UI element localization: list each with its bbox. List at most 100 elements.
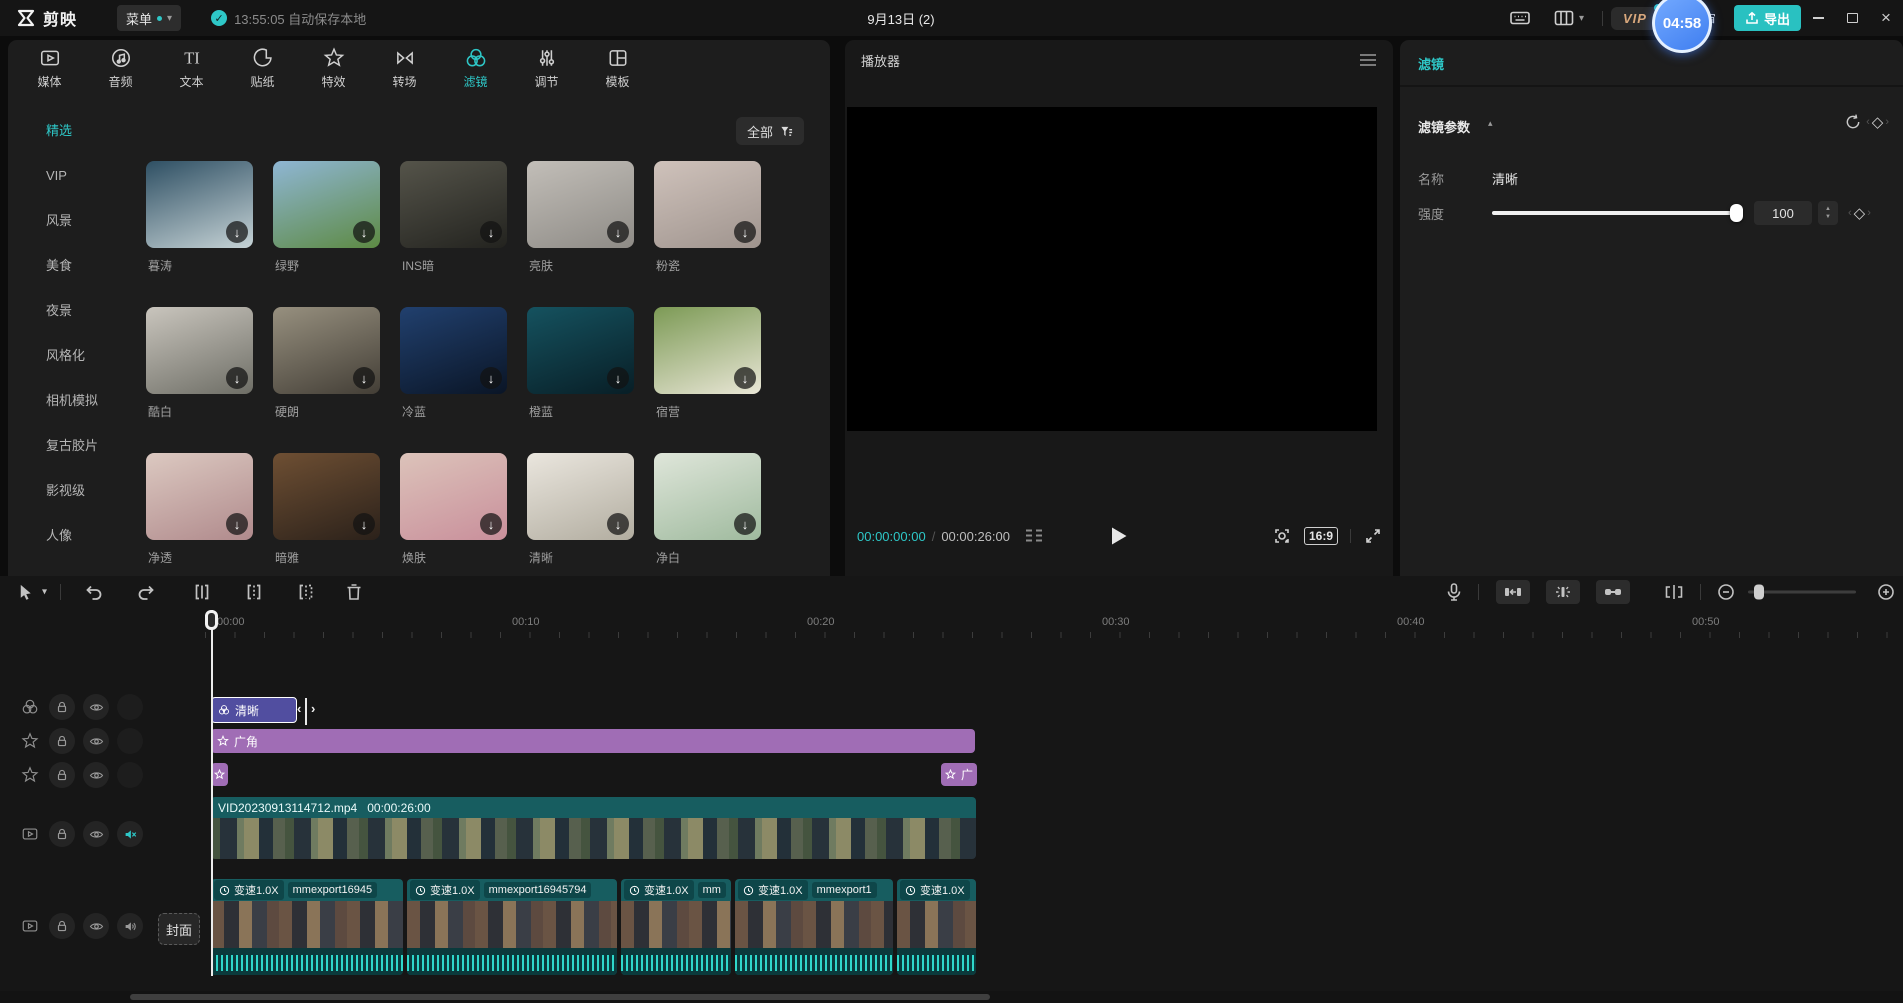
trim-handle-right-icon[interactable]: › (311, 701, 315, 716)
player-menu-icon[interactable] (1359, 53, 1377, 67)
redo-icon[interactable] (136, 582, 156, 602)
category-portrait[interactable]: 人像 (8, 513, 134, 558)
effect-clip-2[interactable]: 广 (941, 763, 977, 786)
prev-keyframe-icon[interactable]: ‹ (1866, 116, 1870, 128)
eye-icon[interactable] (83, 821, 109, 847)
split-keep-right-icon[interactable] (296, 582, 316, 602)
play-button[interactable] (1110, 526, 1128, 546)
filter-thumb[interactable]: ↓硬朗 (273, 307, 380, 420)
delete-icon[interactable] (344, 582, 364, 602)
filter-thumb[interactable]: ↓粉瓷 (654, 161, 761, 274)
filter-thumb[interactable]: ↓酷白 (146, 307, 253, 420)
filter-thumb[interactable]: ↓绿野 (273, 161, 380, 274)
timeline-zoom-slider[interactable] (1748, 591, 1856, 594)
effect-clip[interactable]: 广角 (211, 729, 975, 753)
trim-handle-left-icon[interactable]: ‹ (297, 701, 301, 716)
category-vip[interactable]: VIP (8, 153, 134, 198)
filter-thumb[interactable]: ↓净透 (146, 453, 253, 566)
filter-thumb[interactable]: ↓INS暗 (400, 161, 507, 274)
time-ruler[interactable] (205, 632, 1903, 638)
aspect-ratio-button[interactable]: 16:9 (1304, 527, 1338, 545)
prev-keyframe-icon[interactable]: ‹ (1848, 207, 1852, 219)
media-clip[interactable]: 变速1.0X mmexport1 (735, 879, 893, 975)
filter-all-button[interactable]: 全部 (736, 117, 804, 145)
eye-icon[interactable] (83, 913, 109, 939)
tab-adjust[interactable]: 调节 (511, 40, 582, 96)
filter-thumb[interactable]: ↓冷蓝 (400, 307, 507, 420)
step-down-icon[interactable]: ▼ (1825, 213, 1831, 221)
keyframe-icon[interactable]: ◇ (1854, 204, 1866, 222)
tab-media[interactable]: 媒体 (14, 40, 85, 96)
layout-panel-icon[interactable]: ▾ (1552, 6, 1584, 30)
lock-icon[interactable] (49, 913, 75, 939)
speaker-icon[interactable] (117, 913, 143, 939)
filter-thumb[interactable]: ↓暮涛 (146, 161, 253, 274)
effect-clip-stub[interactable] (211, 763, 228, 786)
tab-audio[interactable]: 音频 (85, 40, 156, 96)
filter-thumb[interactable]: ↓亮肤 (527, 161, 634, 274)
next-keyframe-icon[interactable]: › (1867, 207, 1871, 219)
clip-list-icon[interactable] (1024, 528, 1044, 544)
next-keyframe-icon[interactable]: › (1885, 116, 1889, 128)
tab-transitions[interactable]: 转场 (369, 40, 440, 96)
export-button[interactable]: 导出 (1734, 5, 1801, 31)
category-featured[interactable]: 精选 (8, 108, 134, 153)
filter-clip[interactable]: 清晰 (211, 697, 297, 723)
playhead-handle[interactable] (205, 610, 218, 630)
tab-templates[interactable]: 模板 (582, 40, 653, 96)
playhead[interactable] (211, 610, 213, 976)
category-night[interactable]: 夜景 (8, 288, 134, 333)
shortcut-keyboard-icon[interactable] (1508, 6, 1532, 30)
lock-icon[interactable] (49, 728, 75, 754)
category-camera-sim[interactable]: 相机模拟 (8, 378, 134, 423)
zoom-in-icon[interactable] (1876, 582, 1896, 602)
undo-icon[interactable] (84, 582, 104, 602)
filter-thumb[interactable]: ↓橙蓝 (527, 307, 634, 420)
tab-sticker[interactable]: 贴纸 (227, 40, 298, 96)
minimize-button[interactable] (1801, 0, 1835, 36)
inspector-tab-filter[interactable]: 滤镜 (1400, 40, 1903, 85)
video-preview[interactable] (847, 107, 1377, 431)
menu-button[interactable]: 菜单 ▾ (117, 5, 181, 31)
cover-button[interactable]: 封面 (158, 913, 200, 945)
keyframe-icon[interactable]: ◇ (1872, 113, 1884, 131)
zoom-out-icon[interactable] (1716, 582, 1736, 602)
category-cinematic[interactable]: 影视级 (8, 468, 134, 513)
lock-icon[interactable] (49, 762, 75, 788)
voiceover-mic-icon[interactable] (1444, 582, 1464, 602)
scrollbar-handle[interactable] (130, 994, 990, 1000)
preview-axis-icon[interactable] (1663, 582, 1685, 602)
link-toggle[interactable] (1596, 580, 1630, 604)
filter-thumb[interactable]: ↓焕肤 (400, 453, 507, 566)
tab-text[interactable]: TI 文本 (156, 40, 227, 96)
eye-icon[interactable] (83, 762, 109, 788)
maximize-button[interactable] (1835, 0, 1869, 36)
collapse-icon[interactable]: ▴ (1488, 118, 1493, 129)
strength-slider[interactable] (1492, 211, 1740, 215)
category-retro-film[interactable]: 复古胶片 (8, 423, 134, 468)
split-keep-left-icon[interactable] (244, 582, 264, 602)
select-tool-caret-icon[interactable]: ▾ (42, 587, 47, 598)
filter-thumb[interactable]: ↓净白 (654, 453, 761, 566)
magnet-snap-toggle[interactable] (1496, 580, 1530, 604)
filter-thumb[interactable]: ↓暗雅 (273, 453, 380, 566)
filter-thumb[interactable]: ↓宿营 (654, 307, 761, 420)
category-food[interactable]: 美食 (8, 243, 134, 288)
media-clip[interactable]: 变速1.0X mmexport16945794 (407, 879, 617, 975)
zoom-slider-handle[interactable] (1754, 585, 1764, 600)
auto-split-toggle[interactable] (1546, 580, 1580, 604)
reset-icon[interactable] (1844, 113, 1862, 131)
slider-handle[interactable] (1730, 204, 1743, 222)
trim-handle-bar[interactable] (305, 698, 307, 725)
timeline-scrollbar[interactable] (0, 991, 1903, 1003)
video-clip[interactable]: VID20230913114712.mp4 00:00:26:00 (211, 797, 976, 859)
close-button[interactable]: × (1869, 0, 1903, 36)
category-stylized[interactable]: 风格化 (8, 333, 134, 378)
tab-effects[interactable]: 特效 (298, 40, 369, 96)
strength-value-input[interactable]: 100 (1754, 201, 1812, 225)
filter-thumb[interactable]: ↓清晰 (527, 453, 634, 566)
select-tool-icon[interactable] (16, 583, 35, 602)
mute-icon[interactable] (117, 821, 143, 847)
lock-icon[interactable] (49, 694, 75, 720)
media-clip[interactable]: 变速1.0X mmexport16945 (211, 879, 403, 975)
